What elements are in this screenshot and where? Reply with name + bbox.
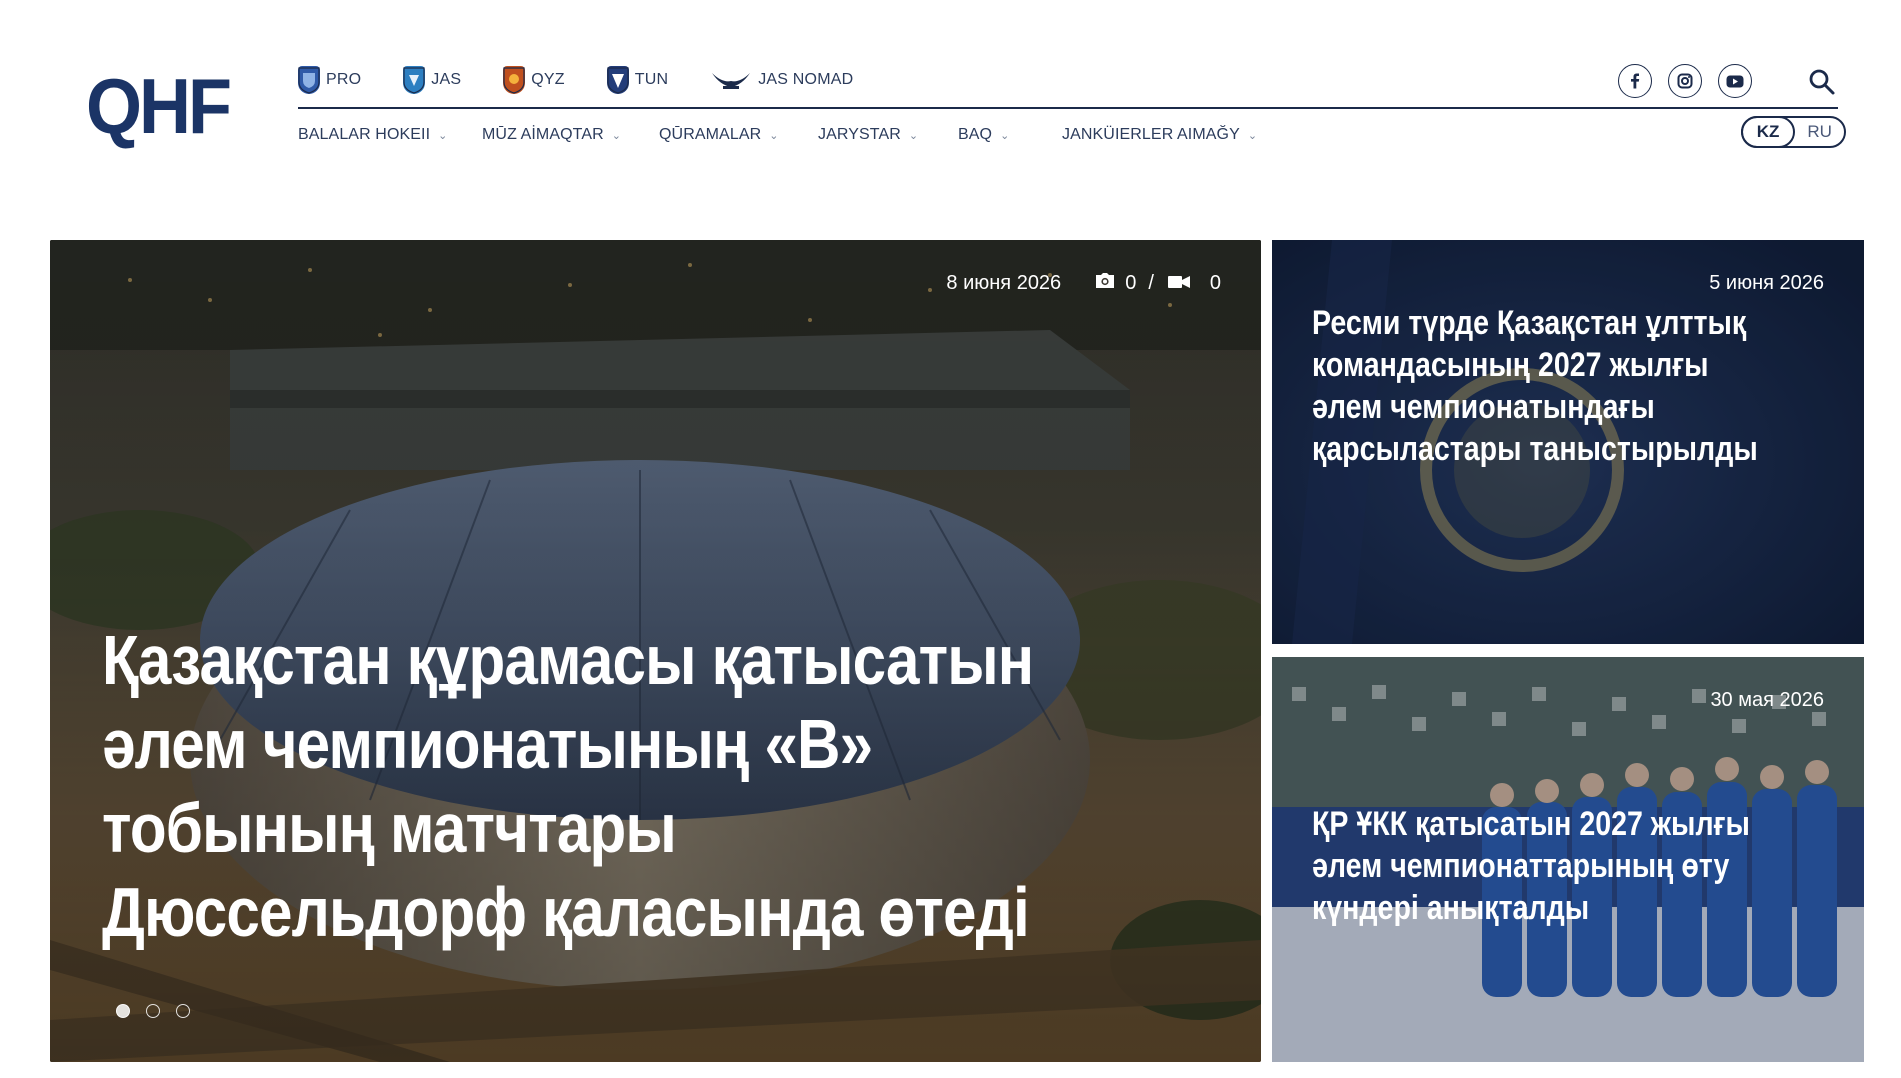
news-card-2[interactable]: 30 мая 2026 ҚР ҰКК қатысатын 2027 жылғы … — [1272, 657, 1864, 1062]
slider-dot-3[interactable] — [176, 1004, 190, 1018]
search-icon[interactable] — [1808, 68, 1836, 96]
league-link-tun[interactable]: TUN — [606, 66, 669, 94]
youtube-icon[interactable] — [1718, 64, 1752, 98]
league-link-pro[interactable]: PRO — [298, 66, 361, 94]
league-link-jas[interactable]: JAS — [403, 66, 461, 94]
chevron-down-icon: ⌄ — [1247, 129, 1258, 142]
card-date: 30 мая 2026 — [1710, 689, 1824, 711]
logo-text: QHF — [86, 63, 232, 151]
qhf-logo[interactable]: QHF — [86, 64, 232, 150]
jas-nomad-wings-icon — [710, 69, 752, 91]
league-label: PRO — [326, 71, 362, 88]
league-label: TUN — [634, 71, 669, 88]
slider-dot-1[interactable] — [116, 1004, 130, 1018]
news-card-1[interactable]: 5 июня 2026 Ресми түрде Қазақстан ұлттық… — [1272, 240, 1864, 644]
card-headline[interactable]: Ресми түрде Қазақстан ұлттық командасыны… — [1312, 302, 1782, 470]
league-link-jas-nomad[interactable]: JAS NOMAD — [710, 69, 853, 91]
header-divider — [298, 107, 1838, 109]
site-header: QHF PRO JAS QYZ TUN JAS NOMAD BALALAR HO… — [0, 0, 1901, 200]
card-date: 5 июня 2026 — [1709, 272, 1824, 294]
nav-item-quramalar[interactable]: QŪRAMALAR ⌄ — [659, 126, 818, 144]
main-navigation: BALALAR HOKEII ⌄ MŪZ AİMAQTAR ⌄ QŪRAMALA… — [298, 122, 1262, 148]
pro-shield-icon — [298, 66, 320, 94]
camera-icon — [1095, 272, 1115, 295]
hero-date: 8 июня 2026 — [946, 272, 1062, 294]
jas-shield-icon — [403, 66, 426, 94]
nav-item-muz-aimaqtar[interactable]: MŪZ AİMAQTAR ⌄ — [482, 126, 659, 144]
hero-headline[interactable]: Қазақстан құрамасы қатысатын әлем чемпио… — [102, 618, 1048, 954]
nav-label: QŪRAMALAR — [659, 126, 762, 143]
chevron-down-icon: ⌄ — [908, 129, 919, 142]
chevron-down-icon: ⌄ — [438, 129, 448, 142]
league-label: JAS NOMAD — [758, 71, 854, 88]
nav-label: BALALAR HOKEII — [298, 126, 431, 143]
chevron-down-icon: ⌄ — [1000, 129, 1010, 142]
nav-item-jankuierler-aimagy[interactable]: JANKÜIERLER AIMAĞY ⌄ — [1062, 126, 1262, 144]
hero-slide[interactable]: 8 июня 2026 0 / 0 Қазақстан құрамасы қат… — [50, 240, 1261, 1062]
slider-dot-2[interactable] — [146, 1004, 160, 1018]
card-headline[interactable]: ҚР ҰКК қатысатын 2027 жылғы әлем чемпион… — [1312, 803, 1782, 929]
nav-item-balalar-hokeii[interactable]: BALALAR HOKEII ⌄ — [298, 126, 482, 144]
photo-count: 0 — [1125, 272, 1137, 294]
tun-shield-icon — [606, 66, 629, 94]
league-label: JAS — [431, 71, 462, 88]
lang-ru[interactable]: RU — [1795, 118, 1844, 146]
nav-label: JARYSTAR — [818, 126, 901, 143]
slider-dots — [116, 1004, 206, 1018]
league-label: QYZ — [531, 71, 565, 88]
video-camera-icon — [1167, 272, 1190, 295]
nav-item-jarystar[interactable]: JARYSTAR ⌄ — [818, 126, 958, 144]
lang-kz[interactable]: KZ — [1741, 116, 1796, 148]
qyz-shield-icon — [503, 66, 526, 94]
nav-item-baq[interactable]: BAQ ⌄ — [958, 126, 1062, 144]
language-switch: KZ RU — [1741, 116, 1846, 148]
chevron-down-icon: ⌄ — [769, 129, 779, 142]
league-link-qyz[interactable]: QYZ — [503, 66, 565, 94]
chevron-down-icon: ⌄ — [611, 129, 622, 142]
instagram-icon[interactable] — [1668, 64, 1702, 98]
video-count: 0 — [1209, 272, 1221, 294]
league-links: PRO JAS QYZ TUN JAS NOMAD — [298, 62, 895, 98]
nav-label: JANKÜIERLER AIMAĞY — [1062, 126, 1240, 143]
hero-meta: 8 июня 2026 0 / 0 — [946, 272, 1221, 295]
nav-label: BAQ — [958, 126, 993, 143]
facebook-icon[interactable] — [1618, 64, 1652, 98]
nav-label: MŪZ AİMAQTAR — [482, 126, 604, 143]
meta-separator: / — [1148, 272, 1154, 294]
